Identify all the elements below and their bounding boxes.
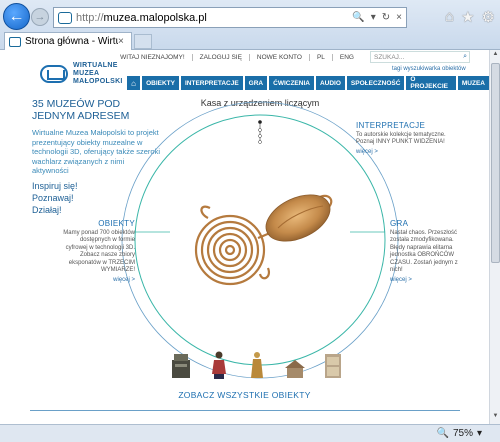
page-headline: 35 MUZEÓW POD JEDNYM ADRESEM — [32, 98, 130, 122]
new-account-link[interactable]: NOWE KONTO — [250, 53, 310, 61]
obiekty-box: OBIEKTY Mamy ponad 700 obiektów dostępny… — [60, 220, 135, 284]
zoom-dropdown-icon[interactable]: ▾ — [477, 428, 482, 439]
thumb-house[interactable] — [284, 350, 306, 380]
site-favicon-icon — [58, 11, 72, 24]
search-icon[interactable]: 🔍 — [352, 12, 364, 23]
browser-chrome: ← → http:// muzea.malopolska.pl 🔍 ▾ ↻ × … — [0, 0, 500, 50]
menu-home-icon[interactable]: ⌂ — [127, 76, 141, 90]
menu-item-obiekty[interactable]: OBIEKTY — [142, 76, 179, 90]
thumb-cash-register[interactable] — [170, 350, 192, 380]
star-icon[interactable]: ★ — [461, 8, 474, 26]
logo-line-3: MAŁOPOLSKI — [73, 78, 123, 85]
search-icon[interactable]: ⌕ — [463, 53, 467, 61]
cta-inspire: Inspiruj się! — [32, 181, 78, 191]
obiekty-text: Mamy ponad 700 obiektów dostępnych w for… — [63, 229, 135, 274]
lang-pl-link[interactable]: PL — [310, 53, 333, 61]
gra-title[interactable]: GRA — [390, 220, 465, 228]
zoom-level[interactable]: 75% — [453, 428, 473, 439]
url-scheme: http:// — [76, 11, 104, 24]
scroll-thumb[interactable] — [491, 63, 500, 263]
forward-arrow-icon: → — [34, 11, 46, 23]
page-viewport: WITAJ NIEZNAJOMY! ZALOGUJ SIĘ NOWE KONTO… — [0, 50, 489, 424]
browser-toolbar-icons: ⌂ ★ ⚙ — [445, 8, 495, 26]
tab-close-icon[interactable]: × — [118, 36, 128, 47]
logo-line-1: WIRTUALNE — [73, 62, 118, 69]
gra-box: GRA Nastał chaos. Przeszłość została zmo… — [390, 220, 465, 284]
featured-object-title: Kasa z urządzeniem liczącym — [200, 98, 320, 108]
tab-favicon-icon — [9, 36, 21, 47]
gra-text: Nastał chaos. Przeszłość została zmodyfi… — [390, 229, 458, 274]
logo-line-2: MUZEA — [73, 70, 100, 77]
cta-list: Inspiruj się! Poznawaj! Działaj! — [32, 180, 78, 216]
site-logo[interactable]: WIRTUALNE MUZEA MAŁOPOLSKI — [40, 62, 123, 86]
obiekty-more-link[interactable]: więcej > — [60, 277, 135, 285]
menu-item-o-projekcie[interactable]: O PROJEKCIE — [406, 76, 456, 90]
menu-item-spolecznosc[interactable]: SPOŁECZNOŚĆ — [346, 76, 405, 90]
thumb-statue[interactable] — [246, 350, 268, 380]
menu-item-cwiczenia[interactable]: ĆWICZENIA — [269, 76, 314, 90]
back-arrow-icon: ← — [8, 7, 25, 25]
interpretacje-box: INTERPRETACJE To autorskie kolekcje tema… — [356, 122, 451, 156]
menu-item-audio[interactable]: AUDIO — [315, 76, 345, 90]
menu-item-gra[interactable]: GRA — [244, 76, 268, 90]
tab-title: Strona główna - Wirtualne ... — [25, 36, 118, 47]
welcome-text: WITAJ NIEZNAJOMY! — [113, 53, 193, 61]
main-menu: ⌂ OBIEKTY INTERPRETACJE GRA ĆWICZENIA AU… — [127, 76, 489, 90]
scroll-up-icon[interactable]: ▲ — [491, 51, 500, 61]
menu-item-muzea[interactable]: MUZEA — [457, 76, 489, 90]
featured-artifact-image[interactable] — [188, 178, 338, 298]
logo-mark-icon — [40, 65, 68, 83]
menu-item-interpretacje[interactable]: INTERPRETACJE — [180, 76, 243, 90]
vertical-scrollbar[interactable]: ▲ ▼ — [489, 50, 500, 424]
address-bar-icons: 🔍 ▾ ↻ × — [352, 12, 406, 23]
gra-more-link[interactable]: więcej > — [390, 277, 465, 285]
login-link[interactable]: ZALOGUJ SIĘ — [193, 53, 250, 61]
url-host: muzea.malopolska.pl — [103, 11, 207, 24]
search-placeholder: SZUKAJ... — [374, 53, 405, 61]
cta-explore: Poznawaj! — [32, 193, 74, 203]
home-icon[interactable]: ⌂ — [445, 8, 454, 26]
address-bar[interactable]: http:// muzea.malopolska.pl 🔍 ▾ ↻ × — [53, 7, 407, 28]
all-objects-link[interactable]: ZOBACZ WSZYSTKIE OBIEKTY — [0, 390, 489, 400]
lang-eng-link[interactable]: ENG — [333, 54, 361, 61]
intro-text: Wirtualne Muzea Małopolski to projekt pr… — [32, 128, 160, 175]
interpretacje-text: To autorskie kolekcje tematyczne. Poznaj… — [356, 131, 446, 146]
scroll-down-icon[interactable]: ▼ — [491, 413, 500, 423]
object-thumbnails — [170, 350, 344, 380]
interpretacje-more-link[interactable]: więcej > — [356, 149, 451, 157]
refresh-icon[interactable]: ↻ — [382, 12, 390, 23]
cta-act: Działaj! — [32, 205, 62, 215]
new-tab-button[interactable] — [134, 34, 152, 49]
gear-icon[interactable]: ⚙ — [482, 8, 495, 26]
interpretacje-title[interactable]: INTERPRETACJE — [356, 122, 451, 130]
stop-icon[interactable]: × — [396, 12, 402, 23]
status-bar: 🔍 75% ▾ — [0, 424, 500, 442]
tags-search-links[interactable]: tagi wyszukiwarka obiektów — [392, 66, 466, 72]
logo-text: WIRTUALNE MUZEA MAŁOPOLSKI — [73, 62, 123, 86]
search-input[interactable]: SZUKAJ... ⌕ — [370, 51, 470, 63]
forward-button[interactable]: → — [31, 8, 49, 26]
obiekty-title[interactable]: OBIEKTY — [60, 220, 135, 228]
browser-tab[interactable]: Strona główna - Wirtualne ... × — [4, 32, 132, 50]
back-button[interactable]: ← — [3, 3, 30, 30]
dropdown-icon[interactable]: ▾ — [371, 12, 376, 23]
zoom-icon[interactable]: 🔍 — [437, 428, 449, 439]
divider — [30, 410, 460, 411]
thumb-figure[interactable] — [208, 350, 230, 380]
thumb-cabinet[interactable] — [322, 350, 344, 380]
